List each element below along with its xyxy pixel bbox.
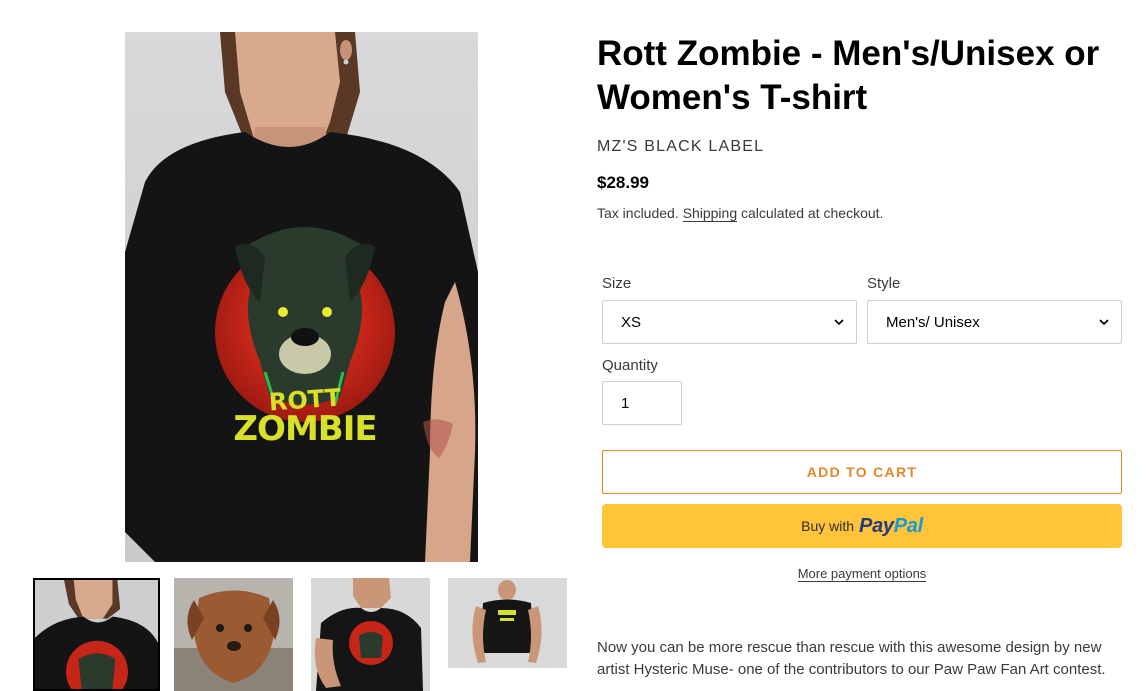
size-select[interactable]: XS xyxy=(602,300,857,344)
tax-note: Tax included. Shipping calculated at che… xyxy=(597,205,884,222)
tax-text-before: Tax included. xyxy=(597,205,683,221)
product-title: Rott Zombie - Men's/Unisex or Women's T-… xyxy=(597,34,1100,117)
paypal-buy-button[interactable]: Buy with PayPal xyxy=(602,504,1122,548)
style-label: Style xyxy=(867,275,901,292)
paypal-logo: PayPal xyxy=(859,515,923,538)
size-select-value: XS xyxy=(621,313,642,331)
quantity-input[interactable] xyxy=(602,381,682,425)
paypal-logo-pay: Pay xyxy=(859,514,894,537)
thumbnail-3[interactable] xyxy=(311,578,430,691)
paypal-buy-with-text: Buy with xyxy=(801,518,855,534)
thumbnail-2[interactable] xyxy=(174,578,293,691)
more-payment-options-link[interactable]: More payment options xyxy=(797,566,927,582)
thumbnail-4[interactable] xyxy=(448,578,567,668)
product-main-image[interactable]: ROTT ZOMBIE xyxy=(125,32,478,562)
product-description: Now you can be more rescue than rescue w… xyxy=(597,639,1106,678)
style-select-value: Men's/ Unisex xyxy=(886,313,980,331)
paypal-logo-pal: Pal xyxy=(893,514,923,537)
thumbnail-1[interactable] xyxy=(33,578,160,691)
shipping-link[interactable]: Shipping xyxy=(682,205,738,222)
chevron-down-icon xyxy=(834,319,844,326)
chevron-down-icon xyxy=(1099,319,1109,326)
size-label: Size xyxy=(602,275,632,292)
quantity-label: Quantity xyxy=(602,357,658,374)
add-to-cart-button[interactable]: ADD TO CART xyxy=(602,450,1122,494)
product-vendor: MZ'S BLACK LABEL xyxy=(597,138,765,155)
logo-line-2: ZOMBIE xyxy=(233,409,377,449)
style-select[interactable]: Men's/ Unisex xyxy=(867,300,1122,344)
tax-text-after: calculated at checkout. xyxy=(737,205,884,221)
product-price: $28.99 xyxy=(597,173,649,192)
shirt-logo: ROTT ZOMBIE xyxy=(230,384,380,449)
more-payment-options: More payment options xyxy=(602,566,1122,582)
